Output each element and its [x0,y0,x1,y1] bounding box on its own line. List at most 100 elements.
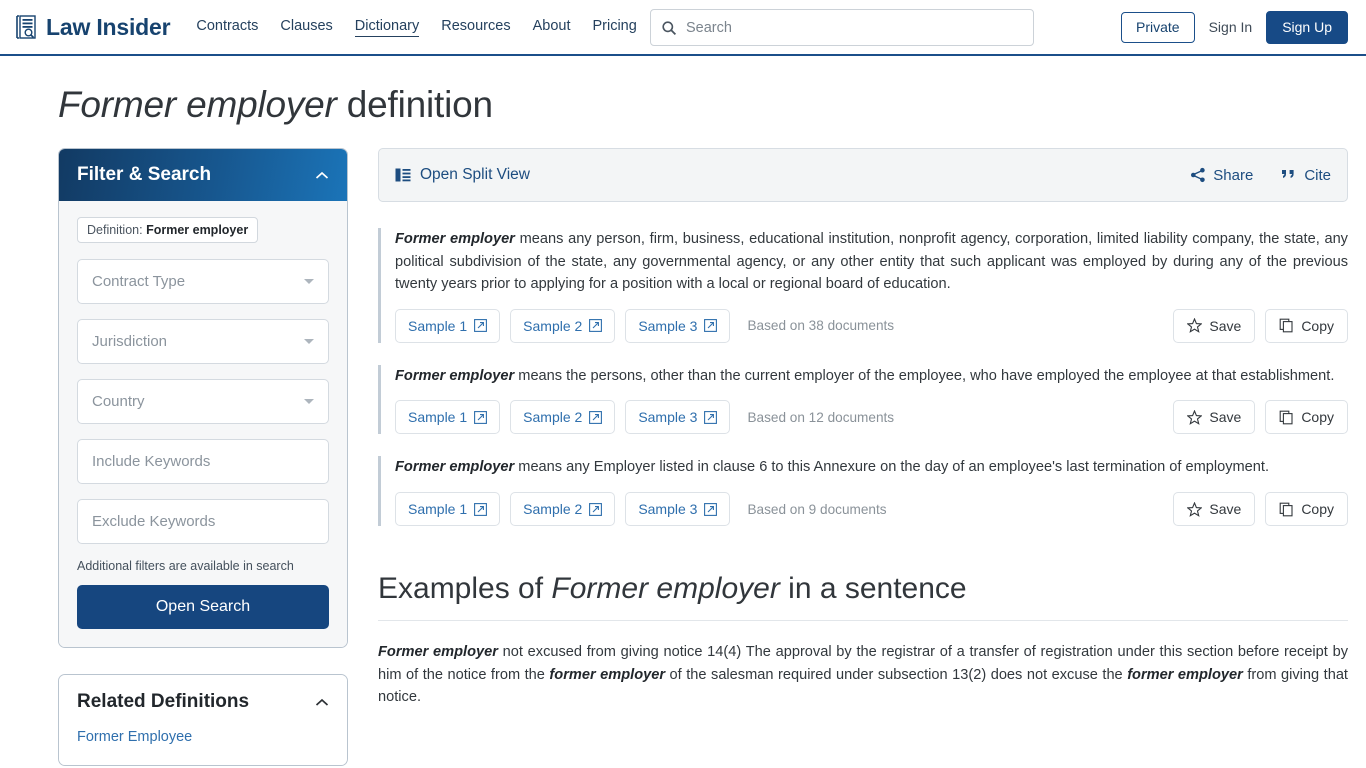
filter-search-card: Filter & Search Definition: Former emplo… [58,148,348,648]
related-definitions-header[interactable]: Related Definitions [59,675,347,723]
open-split-view-button[interactable]: Open Split View [395,166,530,184]
copy-icon [1279,410,1294,425]
sample-button[interactable]: Sample 2 [510,492,616,527]
cite-button[interactable]: Cite [1281,167,1331,184]
chevron-up-icon[interactable] [315,698,329,707]
sample-label: Sample 3 [638,317,698,334]
share-icon [1190,167,1206,183]
filter-search-body: Definition: Former employer Contract Typ… [59,201,347,647]
sample-label: Sample 2 [523,501,583,518]
copy-button[interactable]: Copy [1265,492,1348,527]
based-on-documents: Based on 9 documents [747,501,887,517]
contract-type-placeholder: Contract Type [92,273,186,290]
auth-actions: Private Sign In Sign Up [1121,11,1348,44]
save-button[interactable]: Save [1173,400,1256,435]
chevron-down-icon [304,279,314,284]
example-part-2: of the salesman required under subsectio… [665,666,1128,683]
definition-actions-row: Sample 1 Sample 2 Sample 3 [395,308,1348,343]
nav-item-about[interactable]: About [533,18,571,36]
example-term-3: former employer [1127,666,1243,683]
external-link-icon [704,502,718,516]
external-link-icon [589,319,603,333]
definition-row-actions: Save Copy [1173,400,1348,435]
definition-body: means any Employer listed in clause 6 to… [514,459,1270,476]
sample-label: Sample 3 [638,501,698,518]
definition-block: Former employer means the persons, other… [378,364,1348,435]
nav-item-dictionary[interactable]: Dictionary [354,18,420,37]
save-button[interactable]: Save [1173,492,1256,527]
chevron-down-icon [304,399,314,404]
related-definitions-card: Related Definitions Former Employee [58,674,348,766]
share-label: Share [1213,166,1254,184]
exclude-keywords-input[interactable]: Exclude Keywords [77,499,329,544]
jurisdiction-placeholder: Jurisdiction [92,333,168,350]
sign-up-button[interactable]: Sign Up [1266,11,1348,44]
example-sentence: Former employer not excused from giving … [378,641,1348,709]
sample-button[interactable]: Sample 2 [510,400,616,435]
country-select[interactable]: Country [77,379,329,424]
save-label: Save [1209,317,1242,334]
include-keywords-input[interactable]: Include Keywords [77,439,329,484]
nav-item-resources[interactable]: Resources [441,18,510,36]
exclude-keywords-placeholder: Exclude Keywords [92,513,216,530]
include-keywords-placeholder: Include Keywords [92,453,211,470]
sample-button[interactable]: Sample 3 [625,400,731,435]
copy-label: Copy [1301,317,1334,334]
filter-search-header[interactable]: Filter & Search [59,149,347,201]
nav-item-clauses[interactable]: Clauses [280,18,332,36]
sample-button[interactable]: Sample 2 [510,308,616,343]
related-definition-link[interactable]: Former Employee [77,723,329,751]
definition-body: means any person, firm, business, educat… [395,231,1348,293]
logo-text: Law Insider [46,13,171,40]
sample-links: Sample 1 Sample 2 Sample 3 [395,400,731,435]
related-definitions-list: Former Employee [59,723,347,765]
sample-button[interactable]: Sample 3 [625,492,731,527]
nav-item-contracts[interactable]: Contracts [196,18,258,36]
sample-links: Sample 1 Sample 2 Sample 3 [395,308,731,343]
example-term-2: former employer [549,666,666,683]
definition-term: Former employer [395,231,515,247]
definition-row-actions: Save Copy [1173,308,1348,343]
page-title-suffix: definition [336,84,493,125]
logo[interactable]: Law Insider [14,13,171,41]
sample-button[interactable]: Sample 1 [395,492,501,527]
page-title-term: Former employer [58,84,337,125]
based-on-documents: Based on 12 documents [747,409,895,425]
jurisdiction-select[interactable]: Jurisdiction [77,319,329,364]
sidebar: Filter & Search Definition: Former emplo… [58,148,348,766]
star-icon [1187,409,1203,425]
copy-label: Copy [1301,409,1334,426]
definition-term: Former employer [395,367,515,384]
chevron-down-icon [304,339,314,344]
search-icon [661,20,677,36]
sample-label: Sample 3 [638,409,698,426]
search-input[interactable]: Search [686,20,732,36]
toolbar-actions: Share Cite [1190,167,1331,184]
additional-filters-hint: Additional filters are available in sear… [77,559,294,573]
private-button[interactable]: Private [1121,12,1195,43]
example-term-lead: Former employer [378,644,498,661]
sample-button[interactable]: Sample 3 [625,308,731,343]
global-search[interactable]: Search [650,9,1034,46]
share-button[interactable]: Share [1190,167,1253,184]
main-panel: Open Split View Share Cite Former employ… [378,148,1348,766]
document-search-icon [14,14,38,40]
copy-button[interactable]: Copy [1265,308,1348,343]
contract-type-select[interactable]: Contract Type [77,259,329,304]
sample-button[interactable]: Sample 1 [395,400,501,435]
cite-label: Cite [1304,166,1331,184]
external-link-icon [704,410,718,424]
chevron-up-icon[interactable] [315,171,329,180]
related-definitions-title: Related Definitions [77,691,250,712]
save-button[interactable]: Save [1173,308,1256,343]
sign-in-link[interactable]: Sign In [1209,19,1253,35]
examples-heading-term: Former employer [551,572,780,606]
examples-heading-suffix: in a sentence [779,572,967,606]
sample-label: Sample 2 [523,409,583,426]
nav-item-pricing[interactable]: Pricing [592,18,636,36]
top-header-bar: Law Insider Contracts Clauses Dictionary… [0,0,1366,56]
sample-button[interactable]: Sample 1 [395,308,501,343]
external-link-icon [474,410,488,424]
open-search-button[interactable]: Open Search [77,585,329,629]
copy-button[interactable]: Copy [1265,400,1348,435]
